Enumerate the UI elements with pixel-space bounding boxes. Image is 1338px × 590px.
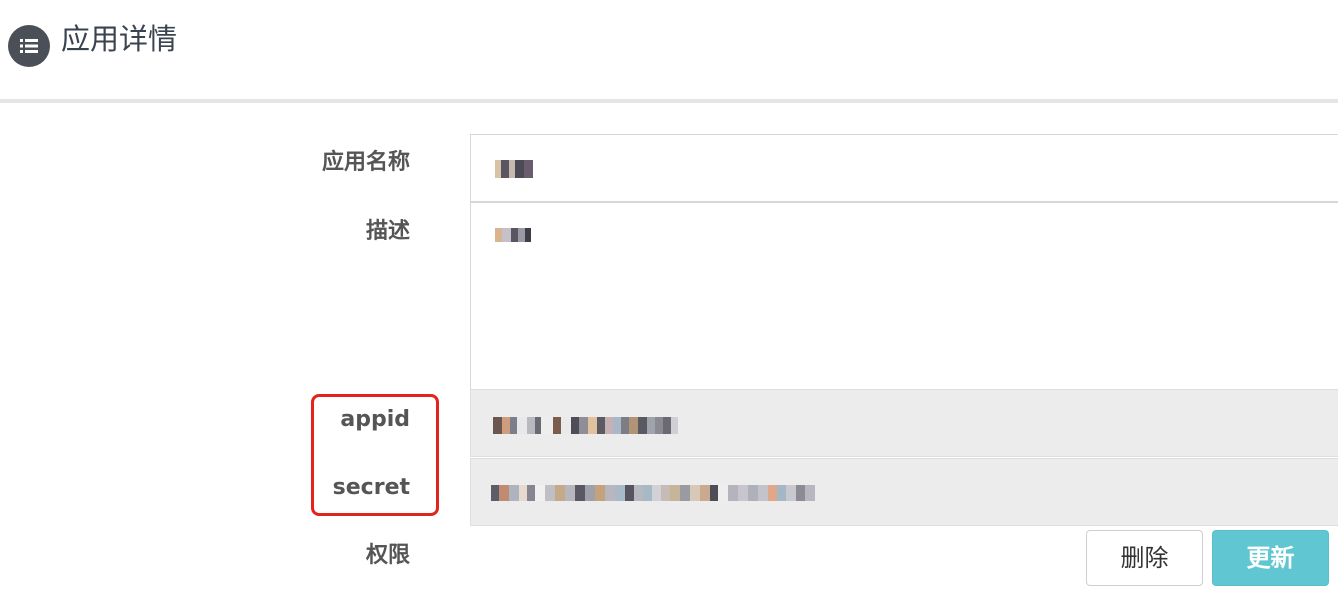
app-name-label: 应用名称 [321, 150, 410, 175]
update-button[interactable]: 更新 [1212, 530, 1329, 586]
secret-value [491, 485, 815, 501]
list-icon [8, 25, 50, 67]
permission-label: 权限 [365, 543, 410, 568]
delete-button[interactable]: 删除 [1086, 530, 1203, 586]
secret-field[interactable] [470, 458, 1338, 526]
app-name-value [495, 160, 533, 178]
credentials-highlight-box [311, 394, 439, 516]
page-header: 应用详情 [0, 0, 1338, 100]
description-label: 描述 [365, 219, 410, 244]
description-value [495, 228, 531, 242]
page-title: 应用详情 [61, 22, 178, 56]
app-name-field[interactable] [470, 134, 1338, 202]
appid-field[interactable] [470, 389, 1338, 457]
appid-value [493, 417, 678, 434]
header-divider [0, 99, 1338, 103]
description-field[interactable] [470, 202, 1338, 390]
